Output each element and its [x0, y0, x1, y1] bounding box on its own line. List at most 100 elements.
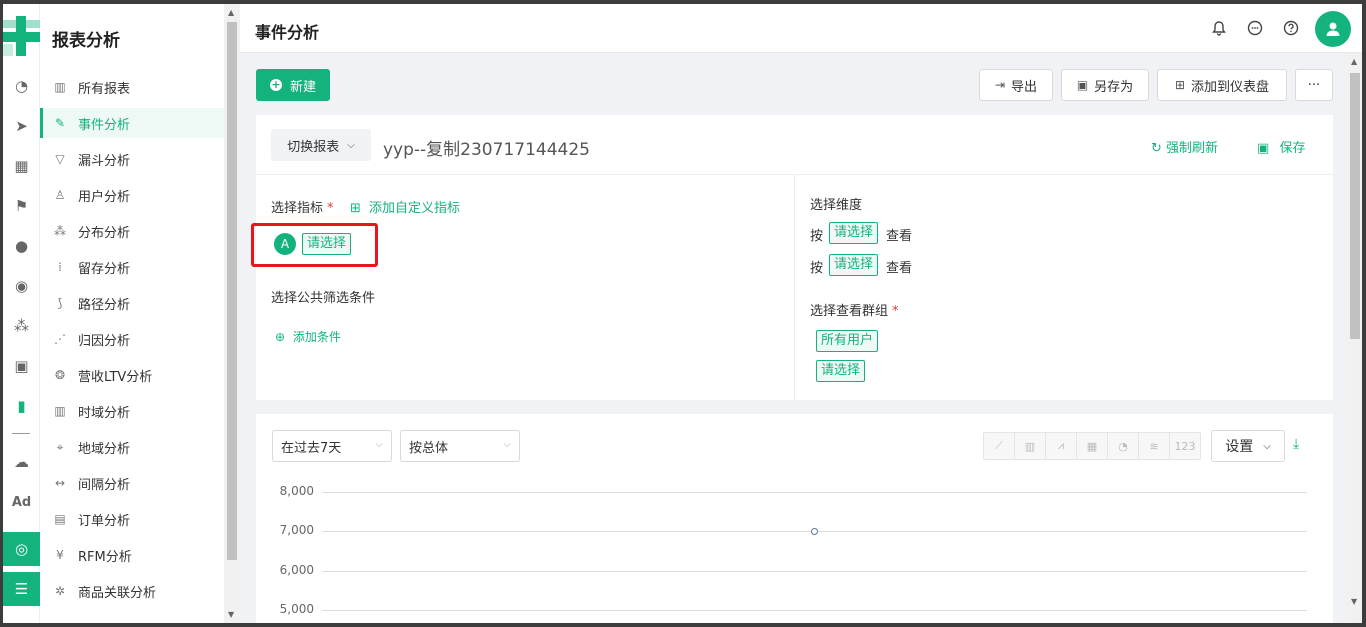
- sidebar-scroll-thumb[interactable]: [227, 22, 237, 560]
- y-tick-label: 5,000: [279, 601, 314, 616]
- save-as-button[interactable]: ▣ 另存为: [1061, 69, 1149, 101]
- user-icon: ♙: [54, 188, 66, 202]
- add-custom-metric-link[interactable]: ⊞ 添加自定义指标: [350, 197, 460, 216]
- sidebar-item[interactable]: ▤ 订单分析: [40, 504, 224, 534]
- main-scroll-thumb[interactable]: [1350, 73, 1360, 339]
- chart-type-switcher: ⟋ ▥ ⩘ ▦ ◔ ≋ 123: [983, 432, 1201, 460]
- dashboard-icon[interactable]: ◔: [3, 72, 40, 100]
- area-chart-icon[interactable]: ≋: [1139, 433, 1170, 459]
- layout-icon[interactable]: ▦: [3, 152, 40, 180]
- send-icon[interactable]: ➤: [3, 112, 40, 140]
- sidebar-item-label: 订单分析: [78, 513, 131, 529]
- number-view-icon[interactable]: 123: [1170, 433, 1200, 459]
- message-icon[interactable]: [1245, 18, 1265, 38]
- group-select-chip[interactable]: 请选择: [816, 360, 866, 382]
- cluster-icon[interactable]: ⁂: [3, 312, 40, 340]
- sidebar-item-label: 归因分析: [78, 333, 131, 349]
- save-button[interactable]: ▣ 保存: [1257, 137, 1305, 156]
- sidebar-item[interactable]: ⌖ 地域分析: [40, 432, 224, 462]
- sidebar-item-label: 商品关联分析: [78, 585, 157, 601]
- help-icon[interactable]: [1281, 18, 1301, 38]
- y-tick-label: 6,000: [279, 562, 314, 577]
- sidebar-item-label: 时域分析: [78, 405, 131, 421]
- wechat-icon[interactable]: ☁: [3, 448, 40, 476]
- bell-icon[interactable]: [1209, 18, 1229, 38]
- sidebar-item-label: 留存分析: [78, 261, 131, 277]
- bar-chart-icon: ▥: [54, 80, 66, 94]
- date-range-select[interactable]: 在过去7天 ⌵: [272, 430, 392, 462]
- y-tick-label: 7,000: [279, 523, 314, 538]
- sidebar-item[interactable]: ✲ 商品关联分析: [40, 576, 224, 606]
- sidebar-item[interactable]: ✎ 事件分析: [40, 108, 224, 138]
- sidebar-item[interactable]: ⁞ 留存分析: [40, 252, 224, 282]
- main-scrollbar[interactable]: ▲ ▼: [1347, 53, 1362, 623]
- person-icon[interactable]: ●: [3, 232, 40, 260]
- add-to-dashboard-button[interactable]: ⊞ 添加到仪表盘: [1157, 69, 1287, 101]
- floppy-icon: ▣: [1076, 78, 1089, 92]
- switch-report-dropdown[interactable]: 切换报表 ⌵: [271, 129, 371, 161]
- sidebar-item[interactable]: ❂ 营收LTV分析: [40, 360, 224, 390]
- group-by-select[interactable]: 按总体 ⌵: [400, 430, 520, 462]
- sidebar-item[interactable]: ♙ 用户分析: [40, 180, 224, 210]
- flag-icon[interactable]: ⚑: [3, 192, 40, 220]
- line-chart-icon[interactable]: ⟋: [984, 433, 1015, 459]
- sidebar-item-label: 漏斗分析: [78, 153, 131, 169]
- grid-icon: ⊞: [350, 201, 361, 216]
- grid-line: [322, 492, 1307, 493]
- data-point[interactable]: [811, 528, 818, 536]
- metric-label: 选择指标 *: [271, 201, 334, 216]
- dimension-select-chip-2[interactable]: 请选择: [829, 254, 879, 276]
- new-button[interactable]: + 新建: [256, 69, 330, 101]
- user-avatar-icon: [1326, 22, 1340, 36]
- pie-chart-icon[interactable]: ◔: [1108, 433, 1139, 459]
- dimension-select-chip-1[interactable]: 请选择: [829, 222, 879, 244]
- chart-card: 在过去7天 ⌵ 按总体 ⌵ ⟋ ▥ ⩘ ▦ ◔ ≋ 123 设置 ⌵ ⤓ 8,0…: [256, 414, 1333, 623]
- divider: [794, 175, 795, 400]
- sidebar-item-label: RFM分析: [78, 549, 132, 565]
- export-button[interactable]: ⇥ 导出: [979, 69, 1053, 101]
- all-users-chip[interactable]: 所有用户: [816, 330, 879, 352]
- highlight-box: [251, 223, 378, 267]
- more-button[interactable]: ···: [1295, 69, 1333, 101]
- sidebar-item[interactable]: ¥ RFM分析: [40, 540, 224, 570]
- add-condition-link[interactable]: ⊕ 添加条件: [275, 328, 341, 345]
- sidebar-scrollbar[interactable]: ▲ ▼: [224, 4, 240, 623]
- sidebar-item-label: 分布分析: [78, 225, 131, 241]
- group-label: 选择查看群组 *: [810, 304, 899, 319]
- settings-button[interactable]: 设置 ⌵: [1211, 430, 1285, 462]
- plus-icon: +: [269, 78, 282, 91]
- sidebar-item[interactable]: ▥ 所有报表: [40, 72, 224, 102]
- scroll-up-icon[interactable]: ▲: [1351, 57, 1357, 66]
- page-title: 事件分析: [255, 23, 320, 42]
- scroll-down-icon[interactable]: ▼: [1351, 597, 1357, 606]
- bar-chart-icon[interactable]: ▥: [1015, 433, 1046, 459]
- sidebar-item[interactable]: ⟆ 路径分析: [40, 288, 224, 318]
- dimension-suffix: 查看: [886, 229, 913, 244]
- sidebar-item[interactable]: ▥ 时域分析: [40, 396, 224, 426]
- sidebar: 报表分析 ▥ 所有报表 ✎ 事件分析 ▽ 漏斗分析 ♙ 用户分析 ⁂ 分布分析 ⁞ 留存分析 ⟆ 路径分析…: [40, 4, 224, 623]
- people-icon[interactable]: ◉: [3, 272, 40, 300]
- bookmark-icon[interactable]: ▣: [3, 352, 40, 380]
- attribution-icon: ⋰: [54, 332, 66, 346]
- avatar[interactable]: [1315, 11, 1351, 47]
- funnel-icon: ▽: [55, 152, 65, 166]
- server-icon[interactable]: ☰: [3, 572, 40, 606]
- revenue-icon: ❂: [54, 368, 66, 382]
- report-bars-icon[interactable]: ▮: [3, 392, 40, 420]
- download-icon[interactable]: ⤓: [1293, 436, 1299, 452]
- scroll-up-icon[interactable]: ▲: [228, 8, 234, 17]
- app-window: ◔ ➤ ▦ ⚑ ● ◉ ⁂ ▣ ▮ ☁ Ad ◎ ☰ 报表分析 ▥ 所有报表 ✎ 事件…: [3, 4, 1362, 623]
- clipboard-icon: ▤: [54, 512, 66, 526]
- scroll-down-icon[interactable]: ▼: [228, 610, 234, 619]
- sidebar-item-label: 间隔分析: [78, 477, 131, 493]
- ad-icon[interactable]: Ad: [3, 488, 40, 516]
- sidebar-item[interactable]: ▽ 漏斗分析: [40, 144, 224, 174]
- sidebar-item[interactable]: ⁂ 分布分析: [40, 216, 224, 246]
- refresh-icon: ↻: [1151, 141, 1162, 156]
- sidebar-item[interactable]: ⋰ 归因分析: [40, 324, 224, 354]
- sidebar-item[interactable]: ↔ 间隔分析: [40, 468, 224, 498]
- combo-chart-icon[interactable]: ⩘: [1046, 433, 1077, 459]
- grouped-bar-icon[interactable]: ▦: [1077, 433, 1108, 459]
- analytics-icon[interactable]: ◎: [3, 532, 40, 566]
- force-refresh-button[interactable]: ↻ 强制刷新: [1151, 137, 1218, 156]
